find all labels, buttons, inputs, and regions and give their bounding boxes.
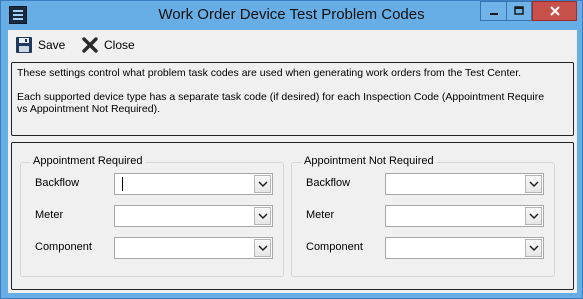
group-title: Appointment Required [30,155,146,167]
chevron-down-icon [529,245,539,252]
client-area: Save Close These settings control what p… [8,30,577,293]
close-label: Close [104,38,135,52]
window: Work Order Device Test Problem Codes Sav… [0,0,583,299]
floppy-disk-icon [16,37,32,53]
field-label: Meter [306,209,335,221]
save-button[interactable]: Save [15,35,65,55]
chevron-down-icon [258,245,268,252]
info-line-2: Each supported device type has a separat… [17,91,545,103]
save-label: Save [38,38,66,52]
field-label: Backflow [35,177,80,189]
component-row: Component [306,237,550,259]
minimize-icon [489,13,498,15]
group-title: Appointment Not Required [301,155,437,167]
maximize-icon [514,6,524,15]
field-label: Component [306,241,363,253]
info-text-box: These settings control what problem task… [11,62,574,136]
chevron-down-icon [258,213,268,220]
close-button[interactable]: Close [81,35,135,55]
chevron-down-icon [258,181,268,188]
meter-required-select[interactable] [114,205,273,227]
chevron-down-icon [529,213,539,220]
meter-row: Meter [306,205,550,227]
appointment-not-required-group: Appointment Not Required Backflow Meter [291,155,555,277]
backflow-required-select[interactable] [114,173,273,195]
dropdown-button[interactable] [525,239,542,257]
minimize-button[interactable] [480,1,506,21]
dropdown-button[interactable] [254,239,271,257]
field-label: Meter [35,209,64,221]
maximize-button[interactable] [506,1,532,21]
info-line-3: vs Appointment Not Required). [17,103,160,115]
x-icon [82,37,98,53]
dropdown-button[interactable] [254,207,271,225]
dropdown-button[interactable] [254,175,271,193]
backflow-row: Backflow [306,173,550,195]
dropdown-button[interactable] [525,175,542,193]
dropdown-button[interactable] [525,207,542,225]
backflow-not-required-select[interactable] [385,173,544,195]
backflow-row: Backflow [35,173,279,195]
meter-not-required-select[interactable] [385,205,544,227]
field-label: Backflow [306,177,351,189]
appointment-required-group: Appointment Required Backflow Meter Comp… [20,155,284,277]
toolbar: Save Close [8,30,577,60]
meter-row: Meter [35,205,279,227]
close-window-button[interactable] [532,1,577,21]
close-icon [549,6,560,16]
text-cursor [122,177,123,191]
info-line-1: These settings control what problem task… [17,67,522,79]
field-label: Component [35,241,92,253]
title-bar[interactable]: Work Order Device Test Problem Codes [1,1,582,30]
component-row: Component [35,237,279,259]
settings-panel: Appointment Required Backflow Meter Comp… [11,142,574,290]
component-required-select[interactable] [114,237,273,259]
chevron-down-icon [529,181,539,188]
component-not-required-select[interactable] [385,237,544,259]
